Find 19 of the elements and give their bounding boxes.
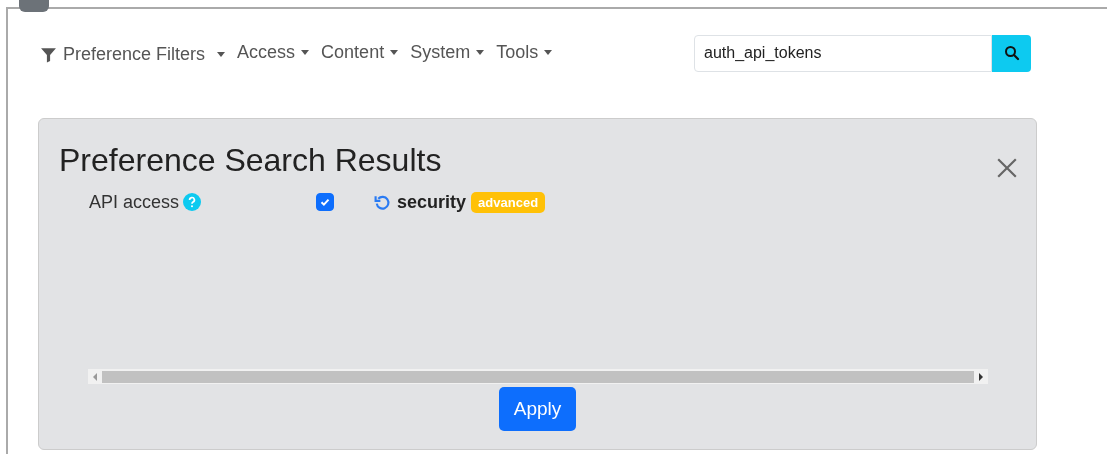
advanced-badge: advanced [471,191,546,213]
preference-filters-menu[interactable]: Preference Filters [40,43,226,65]
apply-button[interactable]: Apply [498,387,577,431]
check-icon [319,196,332,208]
search-icon [1003,45,1020,61]
nav-menu[interactable]: Access [237,41,310,63]
filter-icon [40,45,57,63]
panel-title: Preference Search Results [59,141,442,179]
nav-menu[interactable]: Content [321,41,399,63]
nav-menu[interactable]: Tools [496,41,553,63]
checkbox[interactable] [316,193,335,211]
close-icon[interactable] [996,157,1018,179]
preference-label: API access [89,191,180,213]
search-button[interactable] [992,34,1031,72]
nav-menu[interactable]: System [410,41,485,63]
tab-handle [19,0,49,12]
reset-icon[interactable] [374,193,392,211]
section-name: security [397,191,467,213]
search-field[interactable]: auth_api_tokens [694,34,992,72]
